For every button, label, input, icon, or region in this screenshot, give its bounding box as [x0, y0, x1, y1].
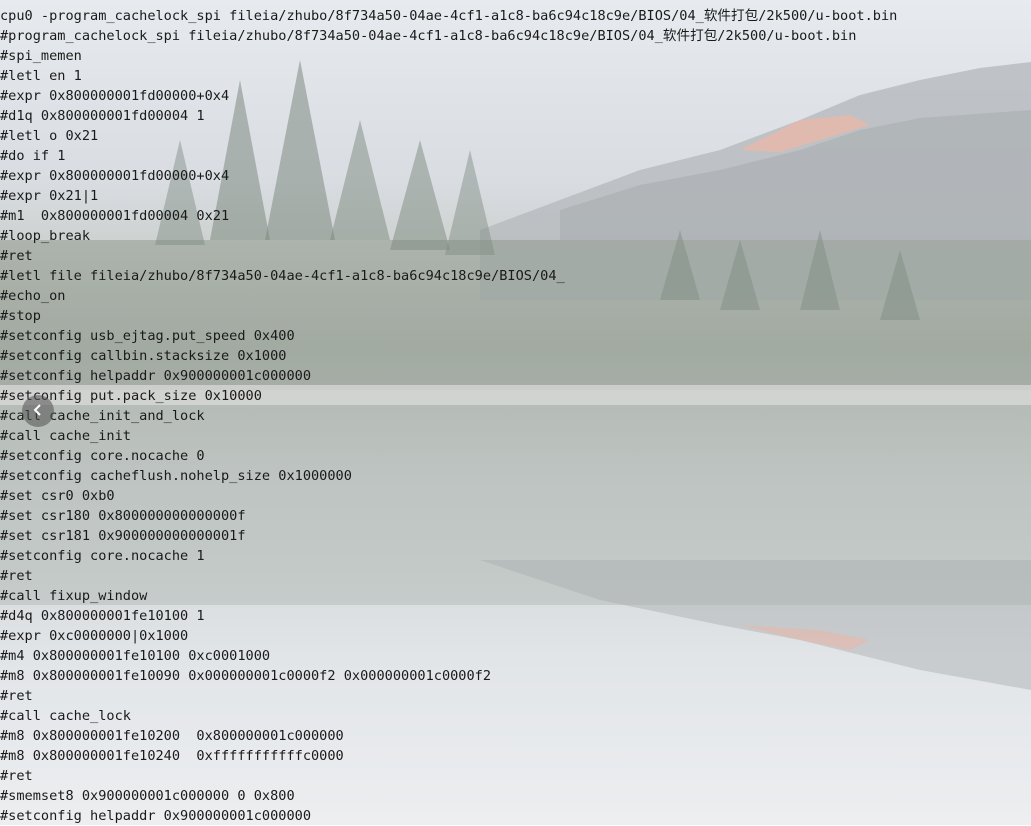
terminal-line: #call cache_init_and_lock: [0, 408, 205, 424]
terminal-output: #echocpu0 -program_cachelock_spi fileia/…: [0, 0, 1031, 826]
terminal-line: #ret: [0, 248, 33, 264]
terminal-line: cpu0 -program_cachelock_spi fileia/zhubo…: [0, 8, 898, 24]
terminal-line: #setconfig core.nocache 0: [0, 448, 205, 464]
terminal-line: #m1 0x800000001fd00004 0x21: [0, 208, 230, 224]
terminal-line: #smemset8 0x900000001c000000 0 0x800: [0, 788, 295, 804]
terminal-line: #expr 0x800000001fd00000+0x4: [0, 88, 230, 104]
terminal-line: #m8 0x800000001fe10090 0x000000001c0000f…: [0, 668, 492, 684]
terminal-line: #setconfig core.nocache 1: [0, 548, 205, 564]
terminal-line: #call cache_init: [0, 428, 131, 444]
terminal-line: #setconfig cacheflush.nohelp_size 0x1000…: [0, 468, 352, 484]
terminal-line: #call fixup_window: [0, 588, 148, 604]
terminal-line: #set csr181 0x900000000000001f: [0, 528, 246, 544]
terminal-line: #setconfig put.pack_size 0x10000: [0, 388, 262, 404]
terminal-line: #expr 0x800000001fd00000+0x4: [0, 168, 230, 184]
terminal-line: #do if 1: [0, 148, 66, 164]
terminal-line: #d4q 0x800000001fe10100 1: [0, 608, 205, 624]
terminal-line: #letl o 0x21: [0, 128, 99, 144]
terminal-line: #set csr180 0x800000000000000f: [0, 508, 246, 524]
terminal-line: #m8 0x800000001fe10240 0xfffffffffffc000…: [0, 748, 344, 764]
terminal-line: #spi_memen: [0, 48, 82, 64]
back-button[interactable]: [22, 395, 54, 427]
terminal-line: #program_cachelock_spi fileia/zhubo/8f73…: [0, 28, 857, 44]
terminal-line: #ret: [0, 568, 33, 584]
terminal-line: #setconfig callbin.stacksize 0x1000: [0, 348, 287, 364]
terminal-line: #letl en 1: [0, 68, 82, 84]
terminal-line: #set csr0 0xb0: [0, 488, 115, 504]
terminal-line: #loop_break: [0, 228, 91, 244]
terminal-line: #ret: [0, 768, 33, 784]
terminal-line: #ret: [0, 688, 33, 704]
terminal-line: #setconfig helpaddr 0x900000001c000000: [0, 368, 311, 384]
terminal-line: #call cache_lock: [0, 708, 131, 724]
terminal-line: #m4 0x800000001fe10100 0xc0001000: [0, 648, 271, 664]
terminal-line: #echo_on: [0, 288, 66, 304]
terminal-line: #setconfig helpaddr 0x900000001c000000: [0, 808, 311, 824]
terminal-line: #m8 0x800000001fe10200 0x800000001c00000…: [0, 728, 344, 744]
terminal-line: #stop: [0, 308, 41, 324]
terminal-line: #letl file fileia/zhubo/8f734a50-04ae-4c…: [0, 268, 565, 284]
terminal-line: #d1q 0x800000001fd00004 1: [0, 108, 205, 124]
chevron-left-icon: [31, 402, 45, 421]
terminal-line: #setconfig usb_ejtag.put_speed 0x400: [0, 328, 295, 344]
terminal-line: #expr 0xc0000000|0x1000: [0, 628, 189, 644]
terminal-line: #expr 0x21|1: [0, 188, 99, 204]
